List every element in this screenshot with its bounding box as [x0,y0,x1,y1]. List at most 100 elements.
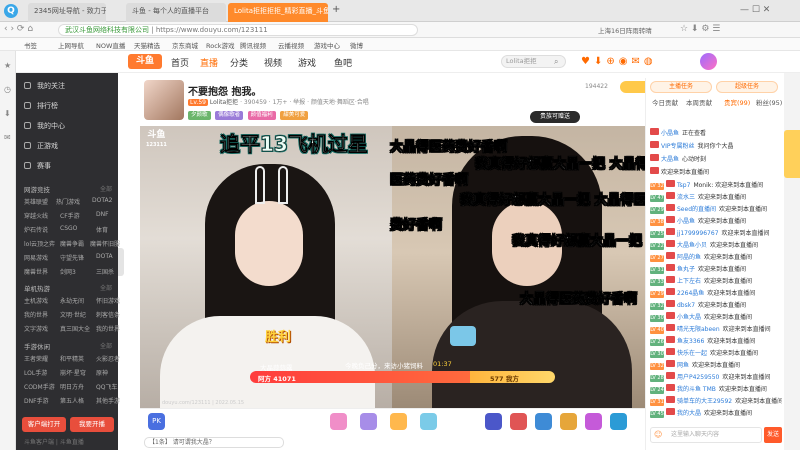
game-link[interactable]: CSGO [60,225,77,232]
gift-icon[interactable] [330,413,347,430]
nav-item[interactable]: 首页 [171,56,189,69]
report-link[interactable]: 举报 [293,99,305,106]
gift-icon[interactable] [585,413,602,430]
game-link[interactable]: 怀旧游戏 [96,296,120,305]
sidebar-more-link[interactable]: 全部 [100,283,112,292]
game-link[interactable]: DNF手游 [24,396,49,405]
nav-arrows-icon[interactable]: ‹ › ⟳ ⌂ [4,24,33,34]
bookmark[interactable]: 上网导航 [58,40,84,50]
chat-tab[interactable]: 今日贡献 [652,97,678,107]
nav-item-active[interactable]: 直播 [200,56,218,69]
nav-item[interactable]: 视频 [264,56,282,69]
sidebar-more-link[interactable]: 全部 [100,184,112,193]
game-link[interactable]: DOTA [96,253,113,260]
gift-icon[interactable] [390,413,407,430]
follow-button[interactable]: 贵族可赠送 [530,111,580,123]
nav-item[interactable]: 分类 [230,56,248,69]
bookmark[interactable]: 京东商城 [172,40,198,50]
room-tag[interactable]: 夕颜歌 [188,111,211,120]
game-link[interactable]: 英雄联盟 [24,197,48,206]
game-link[interactable]: 崩坏·星穹 [60,368,86,377]
sidebar-item[interactable]: 排行榜 [24,101,58,111]
game-link[interactable]: lol云顶之弈 [24,239,55,248]
game-link[interactable]: 文明·世纪 [60,310,86,319]
open-client-button[interactable]: 客户端打开 [22,417,66,432]
game-link[interactable]: 剑网3 [60,267,76,276]
chat-input[interactable]: 这里输入聊天内容 [650,427,762,443]
chat-username[interactable]: 2264晶鱼 [677,290,704,297]
room-category[interactable]: 颜值天地·舞蹈区·合唱 [311,99,369,106]
chat-username[interactable]: Seed的直播间 [677,206,716,213]
game-link[interactable]: 原神 [96,368,108,377]
bookmark[interactable]: 游戏中心 [314,40,340,50]
game-link[interactable]: 永劫无间 [60,296,84,305]
chat-username[interactable]: 鱼友3366 [677,338,704,345]
browser-tab[interactable]: 2345网址导航 - 致力于打造百年品牌 [28,3,106,22]
chat-username[interactable]: jj1799996767 [677,230,719,237]
gift-icon[interactable] [535,413,552,430]
game-link[interactable]: 魔兽怀旧服 [90,239,120,248]
chat-username[interactable]: 网鱼 [677,362,689,369]
sidebar-item[interactable]: 我的中心 [24,121,65,131]
gift-icon[interactable] [360,413,377,430]
gift-icon[interactable] [510,413,527,430]
chat-username[interactable]: 流水三 [677,194,695,201]
chat-tab[interactable]: 本周贡献 [686,97,712,107]
game-link[interactable]: 主机游戏 [24,296,48,305]
game-link[interactable]: 三国杀 [96,267,114,276]
gift-icon[interactable] [485,413,502,430]
game-link[interactable]: 我的世界 [24,310,48,319]
game-link[interactable]: 文字游戏 [24,324,48,333]
game-link[interactable]: 真三国大全 [60,324,90,333]
game-link[interactable]: QQ飞车 [96,382,117,391]
search-icon[interactable]: ⌕ [554,57,558,67]
game-link[interactable]: LOL手游 [24,368,47,377]
nav-item[interactable]: 游戏 [298,56,316,69]
chat-tab-active[interactable]: 贵宾(99) [724,97,750,107]
send-button[interactable]: 发送 [764,427,782,443]
new-tab-button[interactable]: + [330,3,344,22]
favorites-icon[interactable]: ★ [4,61,11,70]
window-controls-icon[interactable]: — ☐ ✕ [740,5,770,15]
sidebar-collapse-handle[interactable] [118,248,124,276]
chat-username[interactable]: 小晶鱼 [677,218,695,225]
room-tag[interactable]: 颜值福利 [247,111,276,120]
game-link[interactable]: 网易游戏 [24,253,48,262]
chat-username[interactable]: Tsp7 [677,182,690,189]
sidebar-item[interactable]: 赛事 [24,161,51,171]
game-link[interactable]: 体育 [96,225,108,234]
sidebar-item[interactable]: 正游戏 [24,141,58,151]
game-link[interactable]: DNF [96,211,109,218]
game-link[interactable]: 火影忍者 [96,354,120,363]
chat-username[interactable]: 我的斗鱼 TMB [677,386,716,393]
chat-username[interactable]: 鱼丸子 [677,266,695,273]
emoji-icon[interactable]: ☺ [654,430,662,439]
chat-username[interactable]: 上下左右 [677,278,701,285]
browser-tab-active[interactable]: Lolita拒拒拒拒_精彩直播_斗鱼直播 [228,3,328,22]
game-link[interactable]: 炉石传说 [24,225,48,234]
anchor-avatar[interactable] [144,80,184,120]
game-link[interactable]: 第五人格 [60,396,84,405]
history-icon[interactable]: ◷ [4,85,11,94]
bookmark[interactable]: 微博 [350,40,363,50]
gift-icon[interactable] [560,413,577,430]
bookmark[interactable]: 书签 [24,40,37,50]
chat-tab[interactable]: 粉丝(95) [756,97,782,107]
game-link[interactable]: DOTA2 [92,197,112,204]
url-input[interactable]: 武汉斗鱼网络科技有限公司 | https://www.douyu.com/123… [58,24,418,36]
video-player[interactable]: 斗鱼 123111 追平13飞机过星 大晶得医药费好香啊 我真得好想赢大晶一把 … [140,126,645,408]
game-link[interactable]: CODM手游 [24,382,55,391]
game-link[interactable]: 穿越火线 [24,211,48,220]
bookmark[interactable]: 云播视频 [278,40,304,50]
chat-username[interactable]: 小鱼大晶 [677,314,701,321]
sidebar-item[interactable]: 我的关注 [24,81,65,91]
game-link[interactable]: 守望先锋 [60,253,84,262]
gift-icon[interactable] [420,413,437,430]
game-link[interactable]: 魔兽争霸 [60,239,84,248]
chat-username[interactable]: 用户P4259550 [677,374,719,381]
room-tag[interactable]: 偶像歌者 [215,111,244,120]
bookmark[interactable]: 腾讯视频 [240,40,266,50]
bookmark[interactable]: 天猫精选 [134,40,160,50]
chat-username[interactable]: 阿晶的鱼 [677,254,701,261]
chat-username[interactable]: 骑单车的大王29592 [677,398,732,405]
